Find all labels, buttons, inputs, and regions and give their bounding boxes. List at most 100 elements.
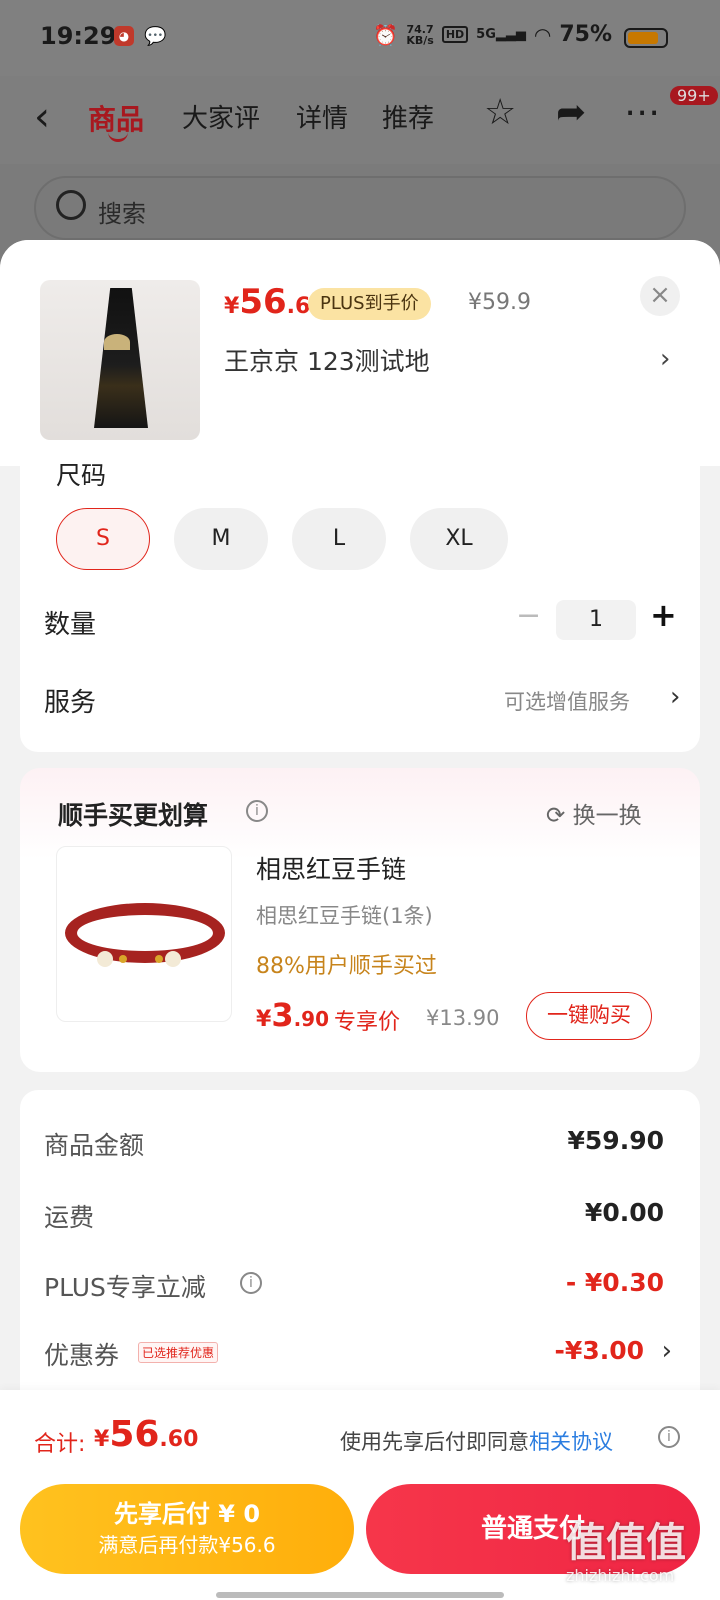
gold-bead-shape	[155, 955, 163, 963]
fee-row-plus-discount: PLUS专享立减 i - ¥0.30	[44, 1268, 664, 1308]
one-click-buy-button[interactable]: 一键购买	[526, 992, 652, 1040]
pay-later-button[interactable]: 先享后付 ¥ 0 满意后再付款¥56.6	[20, 1484, 354, 1574]
sku-price: ¥56.6	[224, 282, 310, 322]
fee-label: 运费	[44, 1203, 95, 1232]
signal-label: 5G	[476, 27, 496, 42]
addon-price-dec: .90	[293, 1007, 330, 1031]
quantity-input[interactable]: 1	[556, 600, 636, 640]
more-icon[interactable]: ⋯	[624, 92, 660, 133]
original-price: ¥59.9	[468, 290, 531, 315]
info-icon[interactable]: i	[658, 1426, 680, 1448]
fee-value: - ¥0.30	[565, 1268, 664, 1297]
plus-price-tag: PLUS到手价	[308, 288, 431, 320]
addon-product-sub: 相思红豆手链(1条)	[256, 904, 433, 928]
status-bar: 19:29 ◕ 💬 ⏰ 74.7 KB/s HD 5G▂▃▅ ◠ 75%	[0, 0, 720, 76]
close-button[interactable]: ×	[640, 276, 680, 316]
favorite-star-icon[interactable]: ☆	[484, 92, 516, 133]
signal-icon: 5G▂▃▅	[476, 27, 526, 42]
fee-value: -¥3.00	[554, 1336, 644, 1365]
addon-title: 顺手买更划算	[58, 801, 209, 830]
wechat-icon: 💬	[144, 26, 167, 47]
chevron-right-icon[interactable]: ›	[670, 682, 680, 712]
service-hint[interactable]: 可选增值服务	[504, 686, 630, 716]
watermark-logo: 值值值	[566, 1520, 686, 1566]
addon-recommend-card: 顺手买更划算 i ⟳ 换一换 相思红豆手链 相思红豆手链(1条) 88%用户顺手…	[20, 768, 700, 1072]
tab-recommend[interactable]: 推荐	[382, 98, 434, 135]
refresh-icon: ⟳	[546, 803, 566, 829]
sku-price-dec: .6	[286, 294, 311, 319]
wifi-icon: ◠	[533, 22, 552, 47]
product-thumbnail[interactable]	[40, 280, 200, 440]
addon-price-int: 3	[271, 996, 294, 1034]
fee-label: PLUS专享立减	[44, 1273, 206, 1302]
fee-value: ¥0.00	[584, 1198, 664, 1227]
search-icon	[56, 190, 86, 220]
sku-header: ¥56.6 PLUS到手价 ¥59.9 × 王京京 123测试地 ›	[0, 240, 720, 466]
fee-row-coupon[interactable]: 优惠券 已选推荐优惠 -¥3.00 ›	[44, 1336, 672, 1376]
tab-reviews[interactable]: 大家评	[182, 98, 260, 135]
tab-active-indicator	[108, 132, 128, 142]
size-option-xl[interactable]: XL	[410, 508, 508, 570]
agreement-link[interactable]: 相关协议	[529, 1430, 613, 1454]
agreement-text: 使用先享后付即同意相关协议	[340, 1426, 613, 1456]
quantity-label: 数量	[44, 610, 97, 640]
sku-price-currency: ¥	[224, 294, 240, 319]
app-notification-icon: ◕	[114, 26, 134, 46]
chevron-right-icon[interactable]: ›	[660, 344, 670, 374]
watermark-url: zhizhizhi.com	[566, 1566, 675, 1585]
search-placeholder: 搜索	[98, 200, 146, 228]
status-right: ⏰ 74.7 KB/s HD 5G▂▃▅ ◠ 75%	[373, 22, 612, 47]
size-title: 尺码	[56, 461, 107, 490]
swap-label: 换一换	[572, 803, 642, 829]
info-icon[interactable]: i	[246, 800, 268, 822]
product-navbar: ‹ 商品 大家评 详情 推荐 ☆ ➦ ⋯ 99+	[0, 76, 720, 164]
options-card: 尺码 S M L XL 数量 − 1 + 服务 可选增值服务 ›	[20, 456, 700, 752]
chevron-right-icon[interactable]: ›	[662, 1336, 672, 1366]
info-icon[interactable]: i	[240, 1272, 262, 1294]
share-icon[interactable]: ➦	[556, 92, 586, 133]
message-badge: 99+	[670, 86, 718, 105]
total-int: 56	[109, 1414, 160, 1455]
fee-row-goods: 商品金额 ¥59.90	[44, 1126, 664, 1166]
fee-label: 商品金额	[44, 1131, 145, 1160]
tab-details[interactable]: 详情	[296, 98, 348, 135]
fee-label: 优惠券	[44, 1341, 120, 1370]
pearl-shape	[165, 951, 181, 967]
coupon-tag: 已选推荐优惠	[138, 1342, 219, 1363]
fan-image	[104, 334, 130, 350]
size-option-l[interactable]: L	[292, 508, 386, 570]
size-option-m[interactable]: M	[174, 508, 268, 570]
total-currency: ¥	[94, 1427, 110, 1452]
battery-icon	[624, 28, 668, 48]
addon-exclusive-label: 专享价	[334, 1010, 401, 1035]
back-icon[interactable]: ‹	[34, 94, 50, 140]
addon-price: ¥3.90	[256, 996, 329, 1034]
total-dec: .60	[159, 1427, 199, 1452]
agreement-prefix: 使用先享后付即同意	[340, 1430, 529, 1454]
pay-later-line1: 先享后付 ¥ 0	[113, 1500, 261, 1528]
net-speed: 74.7 KB/s	[406, 24, 433, 46]
status-time: 19:29	[40, 22, 117, 50]
addon-promo: 88%用户顺手买过	[256, 954, 437, 979]
net-speed-unit: KB/s	[406, 33, 434, 47]
delivery-address[interactable]: 王京京 123测试地	[224, 342, 430, 378]
swap-button[interactable]: ⟳ 换一换	[546, 796, 642, 830]
bracelet-image[interactable]	[56, 846, 232, 1022]
fee-summary-card: 商品金额 ¥59.90 运费 ¥0.00 PLUS专享立减 i - ¥0.30 …	[20, 1090, 700, 1420]
quantity-increase-button[interactable]: +	[650, 596, 677, 634]
pay-later-line2: 满意后再付款¥56.6	[98, 1533, 276, 1557]
battery-percent: 75%	[559, 22, 612, 47]
total-price: ¥56.60	[94, 1414, 198, 1455]
fee-value: ¥59.90	[567, 1126, 664, 1155]
gold-bead-shape	[119, 955, 127, 963]
home-indicator[interactable]	[216, 1592, 504, 1598]
hd-icon: HD	[441, 26, 469, 43]
addon-price-currency: ¥	[256, 1007, 272, 1032]
pearl-shape	[97, 951, 113, 967]
search-bar[interactable]: 搜索	[34, 176, 686, 240]
sku-price-int: 56	[239, 282, 287, 322]
size-option-s[interactable]: S	[56, 508, 150, 570]
addon-original-price: ¥13.90	[426, 1006, 500, 1030]
addon-product-name[interactable]: 相思红豆手链	[256, 850, 406, 886]
quantity-decrease-button[interactable]: −	[516, 598, 541, 633]
